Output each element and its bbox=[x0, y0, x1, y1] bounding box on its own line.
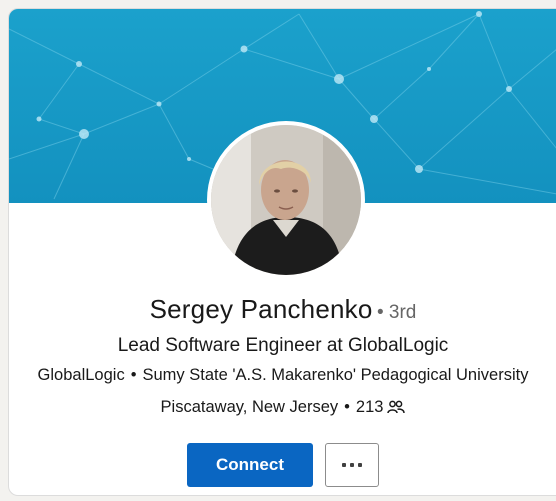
profile-headline: Lead Software Engineer at GlobalLogic bbox=[117, 335, 449, 356]
profile-card: Sergey Panchenko • 3rd Lead Software Eng… bbox=[8, 8, 556, 496]
name-line: Sergey Panchenko • 3rd bbox=[9, 294, 556, 325]
education-name: Sumy State 'A.S. Makarenko' Pedagogical … bbox=[142, 366, 529, 384]
location-connections-line: Piscataway, New Jersey • 213 bbox=[9, 398, 556, 419]
separator: • bbox=[130, 366, 137, 384]
location: Piscataway, New Jersey bbox=[160, 398, 339, 416]
company-education-line: GlobalLogic • Sumy State 'A.S. Makarenko' … bbox=[9, 366, 556, 385]
people-icon bbox=[387, 400, 406, 419]
connect-button[interactable]: Connect bbox=[187, 443, 313, 487]
connections-count: 213 bbox=[355, 398, 384, 416]
company-name: GlobalLogic bbox=[37, 366, 125, 384]
ellipsis-icon bbox=[342, 463, 362, 467]
avatar-photo-graphic bbox=[211, 125, 361, 275]
more-actions-button[interactable] bbox=[325, 443, 379, 487]
connection-degree: • 3rd bbox=[376, 302, 417, 323]
profile-photo[interactable] bbox=[207, 121, 365, 279]
profile-name[interactable]: Sergey Panchenko bbox=[150, 294, 373, 324]
separator: • bbox=[344, 398, 350, 416]
